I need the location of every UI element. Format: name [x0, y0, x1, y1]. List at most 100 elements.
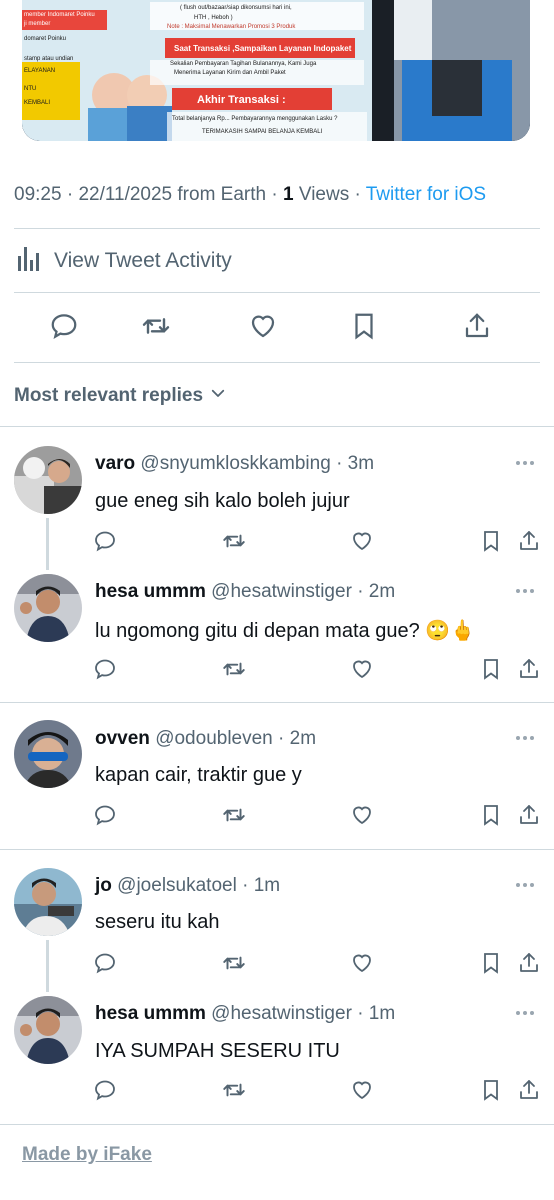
- reply-icon[interactable]: [91, 949, 119, 977]
- analytics-icon: [16, 245, 42, 277]
- reply-icon[interactable]: [46, 308, 82, 344]
- reply-action-bar: [0, 527, 554, 555]
- chevron-down-icon: [209, 384, 227, 408]
- media-left-label-6: NTU: [24, 86, 36, 92]
- reply-time: 2m: [289, 728, 317, 749]
- media-line-5: Menerima Layanan Kirim dan Ambil Paket: [174, 70, 286, 76]
- bookmark-icon[interactable]: [346, 308, 382, 344]
- user-handle[interactable]: @hesatwinstiger: [211, 581, 352, 602]
- reply-icon[interactable]: [91, 801, 119, 829]
- view-tweet-activity-button[interactable]: View Tweet Activity: [16, 246, 232, 276]
- more-options-icon[interactable]: [516, 733, 540, 743]
- reply-time: 1m: [253, 875, 281, 896]
- retweet-icon[interactable]: [138, 308, 174, 344]
- like-heart-icon[interactable]: [348, 1076, 376, 1104]
- reply-time: 3m: [347, 453, 375, 474]
- bookmark-icon[interactable]: [477, 801, 505, 829]
- share-icon[interactable]: [515, 801, 543, 829]
- media-left-label-1: member Indomaret Poinku: [24, 12, 95, 18]
- media-line-2: HTH , Heboh ): [194, 15, 233, 21]
- reply-icon[interactable]: [91, 655, 119, 683]
- share-icon[interactable]: [459, 308, 495, 344]
- reply-header: hesa ummm @hesatwinstiger · 1m: [95, 1003, 395, 1025]
- bookmark-icon[interactable]: [477, 949, 505, 977]
- avatar[interactable]: [14, 868, 82, 936]
- reply-header: ovven @odoubleven · 2m: [95, 728, 316, 750]
- reply-icon[interactable]: [91, 527, 119, 555]
- user-handle[interactable]: @hesatwinstiger: [211, 1003, 352, 1024]
- display-name[interactable]: hesa ummm: [95, 581, 206, 602]
- share-icon[interactable]: [515, 527, 543, 555]
- reply-text: seseru itu kah: [95, 911, 220, 933]
- bookmark-icon[interactable]: [477, 655, 505, 683]
- media-banner-1: Saat Transaksi ,Sampaikan Layanan Indopa…: [174, 44, 352, 53]
- tweet-action-bar: [0, 308, 554, 348]
- divider: [0, 702, 554, 703]
- tweet-source-link[interactable]: Twitter for iOS: [366, 184, 486, 205]
- bookmark-icon[interactable]: [477, 527, 505, 555]
- replies-sort-label: Most relevant replies: [14, 385, 204, 406]
- retweet-icon[interactable]: [220, 527, 248, 555]
- like-heart-icon[interactable]: [348, 655, 376, 683]
- display-name[interactable]: varo: [95, 453, 135, 474]
- share-icon[interactable]: [515, 655, 543, 683]
- user-handle[interactable]: @odoubleven: [155, 728, 273, 749]
- more-options-icon[interactable]: [516, 880, 540, 890]
- retweet-icon[interactable]: [220, 655, 248, 683]
- media-line-1: ( flush out/bazaar/siap dikonsumsi hari …: [180, 5, 292, 11]
- reply-icon[interactable]: [91, 1076, 119, 1104]
- replies-sort-button[interactable]: Most relevant replies: [14, 384, 227, 408]
- divider: [14, 292, 540, 293]
- reply-header: hesa ummm @hesatwinstiger · 2m: [95, 581, 395, 603]
- tweet-media-image[interactable]: ( flush out/bazaar/siap dikonsumsi hari …: [22, 0, 530, 141]
- reply-time: 2m: [368, 581, 396, 602]
- header-separator: ·: [357, 581, 364, 602]
- tweet-meta: 09:25 · 22/11/2025 from Earth · 1 Views …: [14, 184, 486, 206]
- user-handle[interactable]: @joelsukatoel: [117, 875, 237, 896]
- reply-text: kapan cair, traktir gue y: [95, 764, 302, 786]
- reply-text: lu ngomong gitu di depan mata gue? 🙄🖕: [95, 620, 476, 642]
- share-icon[interactable]: [515, 949, 543, 977]
- like-heart-icon[interactable]: [348, 527, 376, 555]
- avatar[interactable]: [14, 446, 82, 514]
- reply-action-bar: [0, 1076, 554, 1104]
- views-label: Views: [298, 184, 350, 205]
- user-handle[interactable]: @snyumkloskkambing: [140, 453, 330, 474]
- reply-header: varo @snyumkloskkambing · 3m: [95, 453, 374, 475]
- header-separator: ·: [357, 1003, 364, 1024]
- retweet-icon[interactable]: [220, 801, 248, 829]
- made-by-ifake-link[interactable]: Made by iFake: [22, 1144, 152, 1166]
- avatar[interactable]: [14, 720, 82, 788]
- display-name[interactable]: hesa ummm: [95, 1003, 206, 1024]
- retweet-icon[interactable]: [220, 1076, 248, 1104]
- media-line-4: Sekalian Pembayaran Tagihan Bulanannya, …: [170, 61, 317, 67]
- header-separator: ·: [278, 728, 285, 749]
- header-separator: ·: [336, 453, 343, 474]
- more-options-icon[interactable]: [516, 458, 540, 468]
- divider: [14, 362, 540, 363]
- avatar[interactable]: [14, 574, 82, 642]
- display-name[interactable]: ovven: [95, 728, 150, 749]
- more-options-icon[interactable]: [516, 1008, 540, 1018]
- like-heart-icon[interactable]: [348, 801, 376, 829]
- bookmark-icon[interactable]: [477, 1076, 505, 1104]
- meta-separator: ·: [354, 184, 361, 205]
- divider: [14, 228, 540, 229]
- tweet-date: 22/11/2025: [78, 184, 173, 205]
- divider: [0, 426, 554, 427]
- media-left-label-5: ELAYANAN: [24, 68, 55, 74]
- tweet-time: 09:25: [14, 184, 62, 205]
- view-tweet-activity-label: View Tweet Activity: [54, 249, 232, 272]
- more-options-icon[interactable]: [516, 586, 540, 596]
- share-icon[interactable]: [515, 1076, 543, 1104]
- reply-time: 1m: [368, 1003, 396, 1024]
- like-heart-icon[interactable]: [245, 308, 281, 344]
- avatar[interactable]: [14, 996, 82, 1064]
- media-left-label-3: domaret Poinku: [24, 36, 66, 42]
- reply-header: jo @joelsukatoel · 1m: [95, 875, 280, 897]
- divider: [0, 849, 554, 850]
- retweet-icon[interactable]: [220, 949, 248, 977]
- display-name[interactable]: jo: [95, 875, 112, 896]
- media-left-label-2: ji member: [23, 21, 50, 27]
- like-heart-icon[interactable]: [348, 949, 376, 977]
